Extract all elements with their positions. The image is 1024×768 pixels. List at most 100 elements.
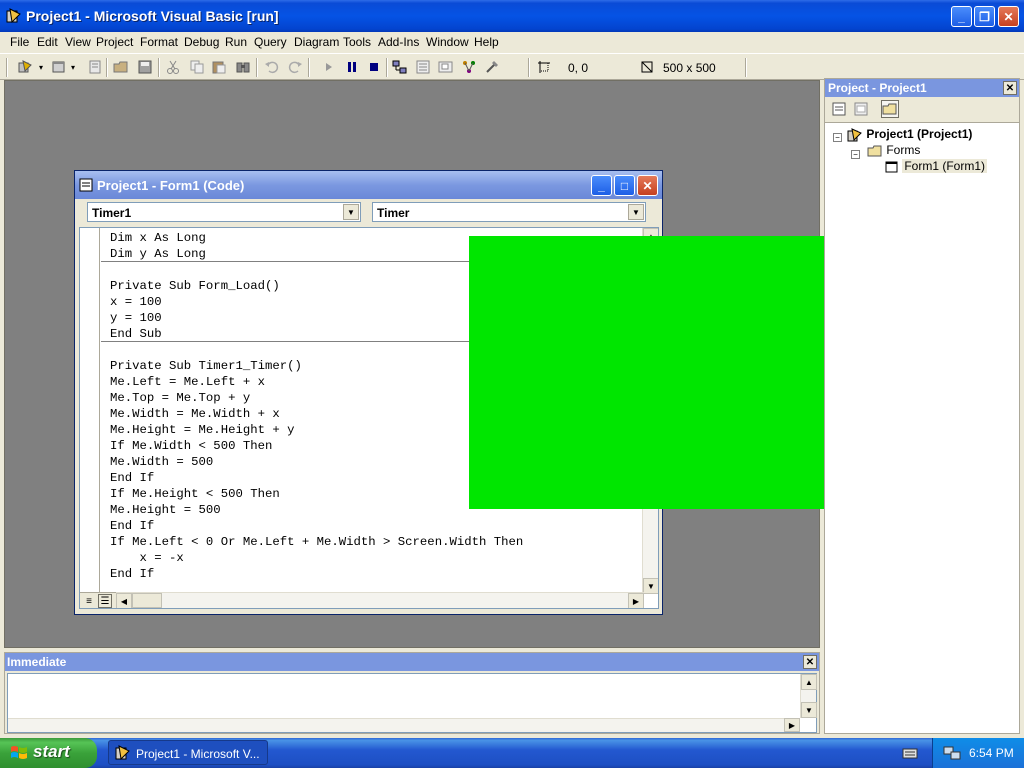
menu-file[interactable]: File	[10, 35, 29, 49]
code-line[interactable]: End If	[110, 567, 154, 581]
scroll-down-button[interactable]: ▼	[801, 702, 817, 718]
code-line[interactable]: End If	[110, 471, 154, 485]
procedure-combo[interactable]: Timer ▼	[372, 202, 646, 222]
immediate-horizontal-scrollbar[interactable]: ▶	[8, 718, 800, 732]
procedure-view-button[interactable]: ≡	[82, 594, 96, 608]
copy-button[interactable]	[188, 58, 206, 76]
object-combo[interactable]: Timer1 ▼	[87, 202, 361, 222]
scroll-down-button[interactable]: ▼	[643, 578, 658, 594]
open-project-button[interactable]	[112, 58, 130, 76]
code-line[interactable]: If Me.Height < 500 Then	[110, 487, 280, 501]
menu-query[interactable]: Query	[254, 35, 287, 49]
code-line[interactable]: Dim y As Long	[110, 247, 206, 261]
tree-item-forms-folder[interactable]: Forms	[867, 143, 920, 159]
minimize-button[interactable]: _	[951, 6, 972, 27]
start-button[interactable]	[320, 58, 338, 76]
immediate-vertical-scrollbar[interactable]: ▲ ▼	[800, 674, 817, 718]
toolbar-separator	[745, 58, 747, 77]
code-line[interactable]: Me.Width = 500	[110, 455, 213, 469]
add-project-dropdown[interactable]: ▾	[36, 58, 46, 76]
scroll-right-button[interactable]: ▶	[784, 718, 800, 732]
menu-editor-button[interactable]	[86, 58, 104, 76]
tree-item-project[interactable]: Project1 (Project1)	[847, 127, 972, 143]
code-line[interactable]: Me.Width = Me.Width + x	[110, 407, 280, 421]
vb-app-icon	[6, 8, 21, 24]
toggle-folders-button[interactable]	[881, 100, 899, 118]
cut-button[interactable]	[164, 58, 182, 76]
menu-edit[interactable]: Edit	[37, 35, 58, 49]
menu-help[interactable]: Help	[474, 35, 499, 49]
code-line[interactable]: End If	[110, 519, 154, 533]
break-button[interactable]	[343, 58, 361, 76]
tree-item-form1[interactable]: Form1 (Form1)	[885, 159, 988, 174]
undo-button[interactable]	[263, 58, 281, 76]
menu-window[interactable]: Window	[426, 35, 469, 49]
project-explorer-close-button[interactable]: ✕	[1003, 81, 1017, 95]
code-window-title-bar[interactable]: Project1 - Form1 (Code) _ □ ✕	[75, 171, 662, 199]
start-menu-button[interactable]: start	[0, 738, 97, 768]
paste-button[interactable]	[210, 58, 228, 76]
view-code-button[interactable]	[830, 100, 848, 118]
chevron-down-icon[interactable]: ▼	[628, 204, 644, 220]
clock[interactable]: 6:54 PM	[969, 746, 1014, 760]
code-line[interactable]: End Sub	[110, 327, 162, 341]
menu-tools[interactable]: Tools	[343, 35, 371, 49]
code-line[interactable]: Private Sub Form_Load()	[110, 279, 280, 293]
toolbox-icon	[486, 61, 498, 73]
project-explorer-title-bar[interactable]: Project - Project1 ✕	[825, 79, 1019, 97]
code-line[interactable]: Private Sub Timer1_Timer()	[110, 359, 302, 373]
properties-window-button[interactable]	[414, 58, 432, 76]
code-minimize-button[interactable]: _	[591, 175, 612, 196]
scroll-right-button[interactable]: ▶	[628, 593, 644, 608]
code-line[interactable]: y = 100	[110, 311, 162, 325]
view-object-button[interactable]	[852, 100, 870, 118]
app-title-bar[interactable]: Project1 - Microsoft Visual Basic [run] …	[0, 0, 1024, 32]
add-form-button[interactable]	[50, 58, 68, 76]
full-module-view-button[interactable]: ☰	[98, 594, 112, 608]
tree-expander[interactable]: −	[833, 129, 842, 143]
immediate-input[interactable]: ▲ ▼ ▶	[7, 673, 817, 733]
code-line[interactable]: Me.Height = Me.Height + y	[110, 423, 294, 437]
object-browser-button[interactable]	[460, 58, 478, 76]
menu-debug[interactable]: Debug	[184, 35, 219, 49]
redo-button[interactable]	[286, 58, 304, 76]
code-line[interactable]: Me.Top = Me.Top + y	[110, 391, 250, 405]
code-line[interactable]: If Me.Width < 500 Then	[110, 439, 272, 453]
find-button[interactable]	[234, 58, 252, 76]
menu-format[interactable]: Format	[140, 35, 178, 49]
immediate-close-button[interactable]: ✕	[803, 655, 817, 669]
code-close-button[interactable]: ✕	[637, 175, 658, 196]
add-project-button[interactable]	[16, 58, 34, 76]
code-maximize-button[interactable]: □	[614, 175, 635, 196]
code-line[interactable]: Dim x As Long	[110, 231, 206, 245]
menu-view[interactable]: View	[65, 35, 91, 49]
tree-expander[interactable]: −	[851, 146, 860, 160]
maximize-button[interactable]: ❐	[974, 6, 995, 27]
chevron-down-icon[interactable]: ▼	[343, 204, 359, 220]
code-margin	[80, 228, 100, 608]
add-form-dropdown[interactable]: ▾	[68, 58, 78, 76]
taskbar-item-vb[interactable]: Project1 - Microsoft V...	[108, 740, 268, 765]
code-line[interactable]: Me.Left = Me.Left + x	[110, 375, 265, 389]
code-line[interactable]: x = 100	[110, 295, 162, 309]
network-tray-icon[interactable]	[943, 745, 961, 761]
end-button[interactable]	[365, 58, 383, 76]
menu-run[interactable]: Run	[225, 35, 247, 49]
toolbox-button[interactable]	[483, 58, 501, 76]
menu-add-ins[interactable]: Add-Ins	[378, 35, 419, 49]
save-project-button[interactable]	[136, 58, 154, 76]
horizontal-scroll-thumb[interactable]	[132, 593, 162, 608]
code-line[interactable]: Me.Height = 500	[110, 503, 221, 517]
scroll-up-button[interactable]: ▲	[801, 674, 817, 690]
code-horizontal-scrollbar[interactable]: ◀ ▶	[116, 592, 644, 608]
project-explorer-button[interactable]	[391, 58, 409, 76]
close-button[interactable]: ✕	[998, 6, 1019, 27]
code-line[interactable]: x = -x	[110, 551, 184, 565]
menu-project[interactable]: Project	[96, 35, 133, 49]
immediate-title-bar[interactable]: Immediate ✕	[5, 653, 819, 671]
code-line[interactable]: If Me.Left < 0 Or Me.Left + Me.Width > S…	[110, 535, 523, 549]
scroll-left-button[interactable]: ◀	[116, 593, 132, 608]
menu-diagram[interactable]: Diagram	[294, 35, 339, 49]
keyboard-tray-icon[interactable]	[902, 746, 918, 760]
form-layout-button[interactable]	[437, 58, 455, 76]
